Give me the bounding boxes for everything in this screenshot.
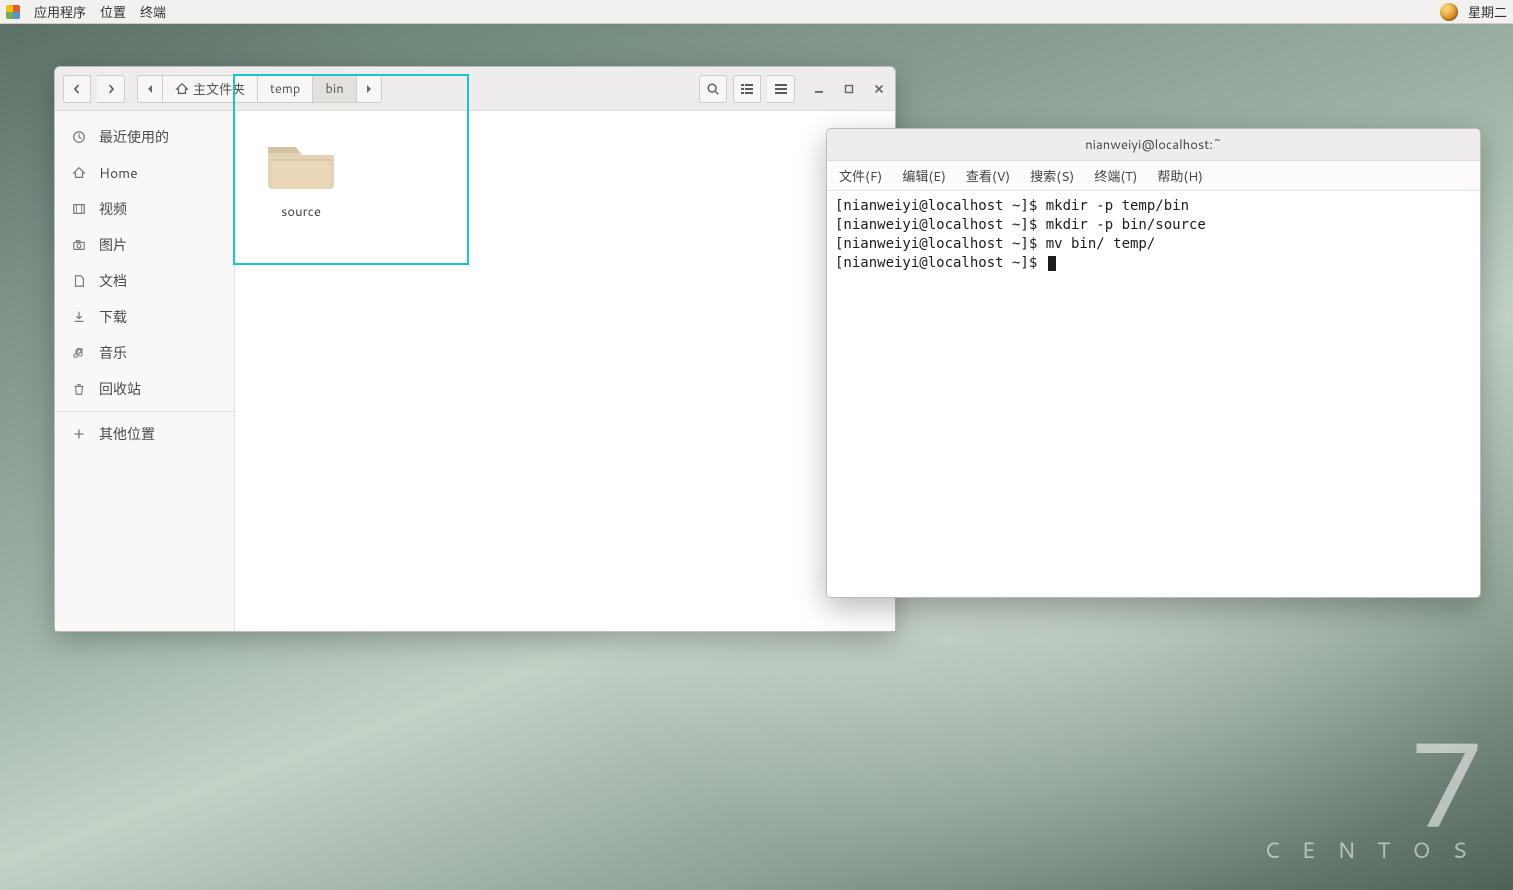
plus-icon: [71, 426, 87, 442]
breadcrumb-bar: 主文件夹 temp bin: [137, 75, 382, 103]
sidebar-item-label: 下载: [99, 307, 127, 327]
download-icon: [71, 309, 87, 325]
sidebar-item-other[interactable]: 其他位置: [55, 416, 234, 452]
terminal-menubar: 文件(F) 编辑(E) 查看(V) 搜索(S) 终端(T) 帮助(H): [827, 161, 1480, 191]
terminal-line: [nianweiyi@localhost ~]$ mkdir -p bin/so…: [835, 216, 1472, 235]
terminal-window: nianweiyi@localhost:~ 文件(F) 编辑(E) 查看(V) …: [826, 128, 1481, 598]
search-icon: [706, 82, 720, 96]
close-icon: [874, 84, 884, 94]
terminal-line: [nianweiyi@localhost ~]$ mv bin/ temp/: [835, 235, 1472, 254]
home-icon: [71, 165, 87, 181]
minimize-icon: [814, 84, 824, 94]
sidebar-item-videos[interactable]: 视频: [55, 191, 234, 227]
terminal-line: [nianweiyi@localhost ~]$ mkdir -p temp/b…: [835, 197, 1472, 216]
panel-menu-apps[interactable]: 应用程序: [34, 2, 86, 22]
file-manager-window: 主文件夹 temp bin: [54, 66, 896, 632]
camera-icon: [71, 237, 87, 253]
sidebar-item-downloads[interactable]: 下载: [55, 299, 234, 335]
user-status-icon[interactable]: [1440, 3, 1458, 21]
window-minimize-button[interactable]: [811, 81, 827, 97]
sidebar-item-music[interactable]: 音乐: [55, 335, 234, 371]
view-list-button[interactable]: [733, 75, 761, 103]
breadcrumb-seg-temp[interactable]: temp: [258, 75, 313, 103]
terminal-title: nianweiyi@localhost:~: [827, 129, 1480, 161]
folder-icon: [262, 129, 340, 197]
breadcrumb-next-button[interactable]: [357, 75, 382, 103]
breadcrumb-seg-bin[interactable]: bin: [313, 75, 356, 103]
triangle-right-icon: [365, 84, 373, 94]
window-maximize-button[interactable]: [841, 81, 857, 97]
sidebar-item-label: 回收站: [99, 379, 141, 399]
nav-back-button[interactable]: [63, 75, 91, 103]
nav-forward-button[interactable]: [97, 75, 125, 103]
document-icon: [71, 273, 87, 289]
sidebar-separator: [55, 411, 234, 412]
folder-label: source: [281, 203, 321, 221]
search-button[interactable]: [699, 75, 727, 103]
breadcrumb-prev-button[interactable]: [137, 75, 163, 103]
breadcrumb-home[interactable]: 主文件夹: [163, 75, 258, 103]
sidebar-item-label: 最近使用的: [99, 127, 169, 147]
cursor-icon: [1048, 256, 1056, 271]
chevron-left-icon: [72, 84, 82, 94]
sidebar-item-label: 其他位置: [99, 424, 155, 444]
gnome-logo-icon: [6, 5, 20, 19]
sidebar-item-label: 文档: [99, 271, 127, 291]
sidebar-item-recent[interactable]: 最近使用的: [55, 119, 234, 155]
terminal-menu-edit[interactable]: 编辑(E): [902, 166, 946, 186]
terminal-menu-help[interactable]: 帮助(H): [1157, 166, 1203, 186]
top-panel: 应用程序 位置 终端 星期二: [0, 0, 1513, 24]
file-manager-content[interactable]: source: [235, 111, 895, 631]
chevron-right-icon: [106, 84, 116, 94]
hamburger-menu-button[interactable]: [767, 75, 795, 103]
maximize-icon: [844, 84, 854, 94]
panel-menu-places[interactable]: 位置: [100, 2, 126, 22]
triangle-left-icon: [146, 84, 154, 94]
terminal-body[interactable]: [nianweiyi@localhost ~]$ mkdir -p temp/b…: [827, 191, 1480, 597]
sidebar-item-label: Home: [99, 163, 138, 183]
sidebar-item-label: 音乐: [99, 343, 127, 363]
breadcrumb-home-label: 主文件夹: [193, 79, 245, 99]
sidebar-item-label: 视频: [99, 199, 127, 219]
folder-tile-source[interactable]: source: [253, 129, 349, 221]
hamburger-icon: [774, 82, 788, 96]
trash-icon: [71, 381, 87, 397]
terminal-menu-search[interactable]: 搜索(S): [1030, 166, 1074, 186]
clock-icon: [71, 129, 87, 145]
home-icon: [175, 82, 189, 96]
clock-day[interactable]: 星期二: [1468, 2, 1507, 22]
sidebar-item-trash[interactable]: 回收站: [55, 371, 234, 407]
sidebar-item-pictures[interactable]: 图片: [55, 227, 234, 263]
list-view-icon: [740, 82, 754, 96]
sidebar-item-documents[interactable]: 文档: [55, 263, 234, 299]
terminal-menu-file[interactable]: 文件(F): [839, 166, 882, 186]
terminal-line: [nianweiyi@localhost ~]$: [835, 254, 1472, 273]
file-manager-header: 主文件夹 temp bin: [55, 67, 895, 111]
breadcrumb-seg-label: temp: [270, 80, 300, 98]
panel-menu-terminal[interactable]: 终端: [140, 2, 166, 22]
sidebar-item-home[interactable]: Home: [55, 155, 234, 191]
file-manager-sidebar: 最近使用的 Home 视频 图片 文档 下载: [55, 111, 235, 631]
window-close-button[interactable]: [871, 81, 887, 97]
sidebar-item-label: 图片: [99, 235, 127, 255]
film-icon: [71, 201, 87, 217]
music-icon: [71, 345, 87, 361]
terminal-menu-view[interactable]: 查看(V): [966, 166, 1010, 186]
terminal-menu-terminal[interactable]: 终端(T): [1094, 166, 1137, 186]
breadcrumb-seg-label: bin: [325, 80, 343, 98]
